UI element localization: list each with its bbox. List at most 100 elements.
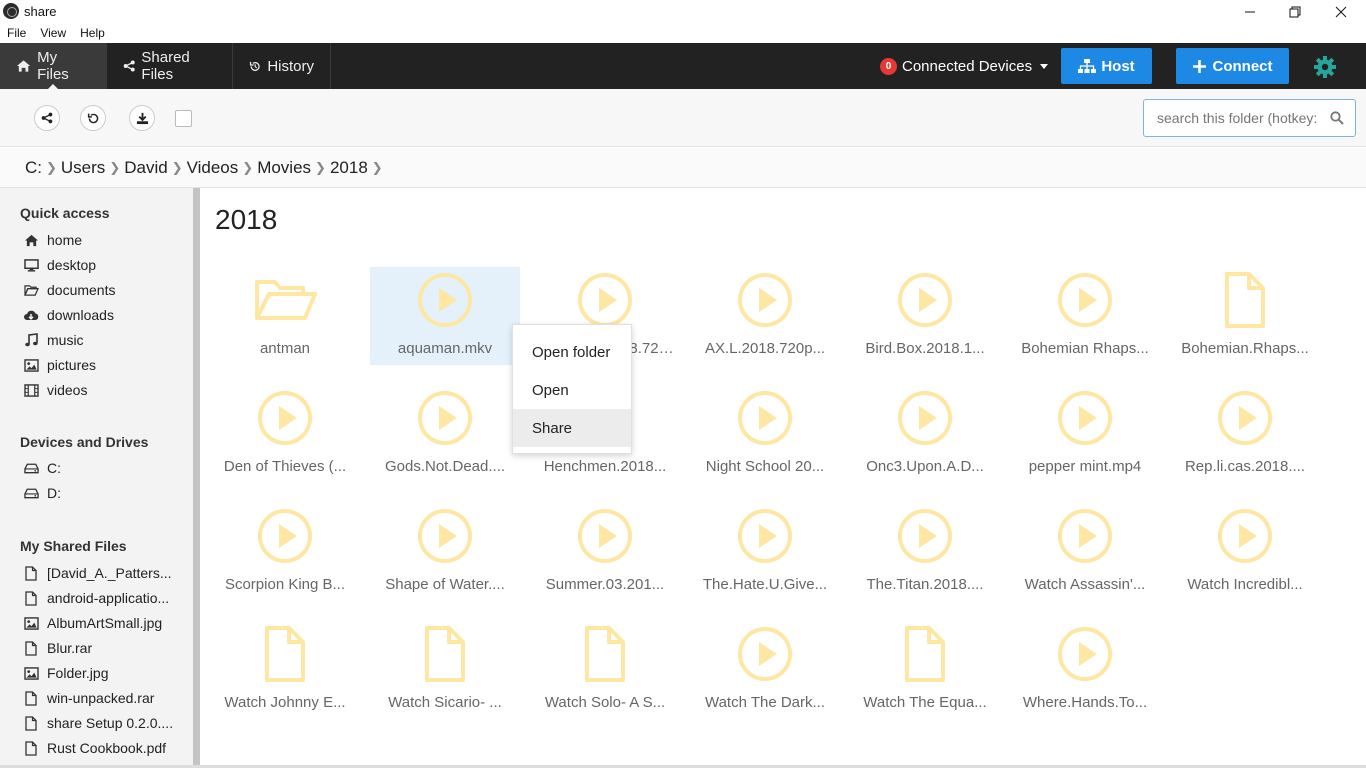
file-item[interactable]: Scorpion King B... — [210, 503, 360, 601]
sidebar-shared-android-applicatio[interactable]: android-applicatio... — [22, 588, 169, 608]
file-icon — [22, 565, 40, 581]
search-icon — [1330, 111, 1344, 125]
file-item[interactable]: Den of Thieves (... — [210, 385, 360, 483]
sidebar-item-label: desktop — [47, 257, 97, 273]
sidebar-drive-c[interactable]: C: — [22, 458, 61, 478]
file-item[interactable]: Watch Solo- A S... — [530, 621, 680, 719]
connected-devices-dropdown[interactable]: 0 Connected Devices — [880, 55, 1049, 77]
file-item[interactable]: Summer.03.201... — [530, 503, 680, 601]
sidebar-shared-albumartsmall-jpg[interactable]: AlbumArtSmall.jpg — [22, 613, 162, 633]
context-menu-open-folder[interactable]: Open folder — [513, 333, 631, 371]
file-item[interactable]: Watch Johnny E... — [210, 621, 360, 719]
chevron-right-icon: ❯ — [242, 159, 254, 175]
sidebar-item-videos[interactable]: videos — [22, 380, 87, 400]
file-item[interactable]: Watch The Dark... — [690, 621, 840, 719]
crumb-2018[interactable]: 2018 — [330, 158, 368, 178]
play-circle-icon — [417, 508, 473, 564]
music-icon — [22, 333, 40, 347]
menu-help[interactable]: Help — [73, 24, 112, 43]
image-icon — [22, 616, 40, 630]
play-circle-icon — [417, 390, 473, 446]
play-circle-icon — [577, 272, 633, 328]
file-item[interactable]: Rep.li.cas.2018.... — [1170, 385, 1320, 483]
film-icon — [22, 383, 40, 397]
home-icon — [22, 234, 40, 247]
file-item[interactable]: Gods.Not.Dead.... — [370, 385, 520, 483]
sidebar-scrollbar[interactable] — [193, 188, 200, 768]
file-icon — [417, 626, 473, 682]
sidebar-item-pictures[interactable]: pictures — [22, 355, 96, 375]
file-item[interactable]: Watch The Equa... — [850, 621, 1000, 719]
file-name: The.Titan.2018.... — [866, 576, 984, 593]
play-circle-icon — [897, 272, 953, 328]
sidebar-item-desktop[interactable]: desktop — [22, 255, 96, 275]
crumb-movies[interactable]: Movies — [257, 158, 311, 178]
file-item[interactable]: Bird.Box.2018.1... — [850, 267, 1000, 365]
select-all-checkbox[interactable] — [175, 110, 192, 127]
download-icon — [136, 112, 148, 124]
sidebar-shared-share-setup-0-2-0[interactable]: share Setup 0.2.0.... — [22, 713, 173, 733]
tab-history[interactable]: History — [233, 43, 331, 89]
host-button[interactable]: Host — [1061, 48, 1152, 84]
drive-icon — [22, 487, 40, 499]
crumb-c[interactable]: C: — [25, 158, 42, 178]
file-item[interactable]: Night School 20... — [690, 385, 840, 483]
file-item[interactable]: Watch Assassin'... — [1010, 503, 1160, 601]
play-circle-icon — [257, 390, 313, 446]
crumb-david[interactable]: David — [124, 158, 167, 178]
chevron-down-icon — [1040, 63, 1049, 69]
file-icon — [1217, 272, 1273, 328]
search-input[interactable] — [1144, 100, 1319, 136]
file-item[interactable]: Onc3.Upon.A.D... — [850, 385, 1000, 483]
file-name: aquaman.mkv — [397, 340, 493, 357]
file-item[interactable]: Bohemian Rhaps... — [1010, 267, 1160, 365]
menu-view[interactable]: View — [33, 24, 73, 43]
file-item[interactable]: Watch Incredibl... — [1170, 503, 1320, 601]
file-item[interactable]: aquaman.mkv — [370, 267, 520, 365]
sidebar-item-music[interactable]: music — [22, 330, 84, 350]
download-button[interactable] — [129, 105, 155, 131]
file-name: antman — [259, 340, 311, 357]
file-item[interactable]: Shape of Water.... — [370, 503, 520, 601]
file-item[interactable]: pepper mint.mp4 — [1010, 385, 1160, 483]
sidebar-shared-win-unpacked-rar[interactable]: win-unpacked.rar — [22, 688, 154, 708]
close-button[interactable] — [1318, 0, 1364, 24]
restore-button[interactable] — [1272, 0, 1318, 24]
sidebar-drive-d[interactable]: D: — [22, 483, 61, 503]
file-item[interactable]: Watch Sicario- ... — [370, 621, 520, 719]
file-item[interactable]: The.Hate.U.Give... — [690, 503, 840, 601]
sidebar-shared-blur-rar[interactable]: Blur.rar — [22, 638, 92, 658]
file-name: Watch The Dark... — [704, 694, 826, 711]
tab-my-files[interactable]: My Files — [0, 43, 107, 90]
connect-button[interactable]: Connect — [1176, 48, 1289, 84]
file-item[interactable]: AX.L.2018.720p... — [690, 267, 840, 365]
file-item[interactable]: Where.Hands.To... — [1010, 621, 1160, 719]
menu-file[interactable]: File — [0, 24, 33, 43]
sidebar-item-home[interactable]: home — [22, 230, 82, 250]
sidebar-shared-folder-jpg[interactable]: Folder.jpg — [22, 663, 108, 683]
context-menu-share[interactable]: Share — [513, 409, 631, 447]
file-icon — [257, 626, 313, 682]
gear-icon[interactable] — [1313, 55, 1337, 79]
folder-item[interactable]: antman — [210, 267, 360, 365]
history-icon — [249, 61, 260, 71]
context-menu-open[interactable]: Open — [513, 371, 631, 409]
file-icon — [22, 740, 40, 756]
minimize-button[interactable] — [1227, 0, 1273, 24]
file-item[interactable]: Bohemian.Rhaps... — [1170, 267, 1320, 365]
play-circle-icon — [737, 390, 793, 446]
file-name: Watch Incredibl... — [1187, 576, 1303, 593]
play-circle-icon — [737, 508, 793, 564]
crumb-users[interactable]: Users — [61, 158, 105, 178]
refresh-button[interactable] — [80, 105, 106, 131]
search-box[interactable] — [1143, 99, 1356, 137]
tab-shared-files[interactable]: Shared Files — [107, 43, 233, 89]
sidebar-shared-david-a-patters[interactable]: [David_A._Patters... — [22, 563, 172, 583]
sidebar-shared-rust-cookbook-pdf[interactable]: Rust Cookbook.pdf — [22, 738, 166, 758]
crumb-videos[interactable]: Videos — [187, 158, 239, 178]
sidebar-item-label: AlbumArtSmall.jpg — [47, 615, 163, 631]
share-button[interactable] — [34, 105, 60, 131]
sidebar-item-documents[interactable]: documents — [22, 280, 115, 300]
sidebar-item-downloads[interactable]: downloads — [22, 305, 114, 325]
file-item[interactable]: The.Titan.2018.... — [850, 503, 1000, 601]
